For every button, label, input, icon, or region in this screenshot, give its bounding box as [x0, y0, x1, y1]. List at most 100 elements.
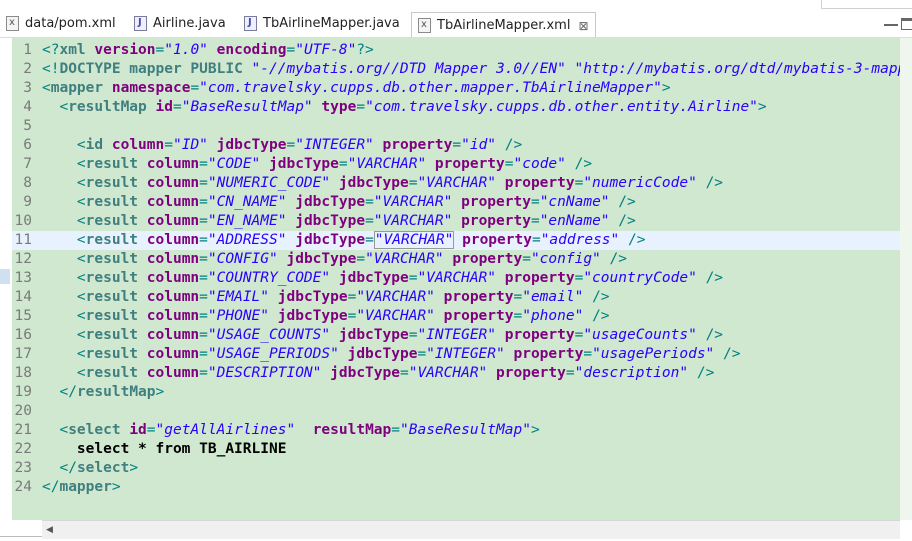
token-val: "INTEGER" — [426, 346, 505, 362]
token-attr: jdbcType — [277, 308, 348, 324]
code-line[interactable]: 1 <?xml version="1.0" encoding="UTF-8"?> — [12, 41, 912, 60]
token-tag: DOCTYPE mapper PUBLIC — [59, 61, 243, 77]
code-line[interactable]: 11 <result column="ADDRESS" jdbcType="VA… — [12, 231, 912, 250]
code-line[interactable]: 24 </mapper> — [12, 478, 912, 497]
token-attr: property — [462, 232, 532, 248]
xml-editor[interactable]: 1 <?xml version="1.0" encoding="UTF-8"?> 2… — [12, 38, 912, 520]
code-line[interactable]: 5 — [12, 117, 912, 136]
code-line[interactable]: 17 <result column="USAGE_PERIODS" jdbcTy… — [12, 345, 912, 364]
code-line[interactable]: 23 </select> — [12, 459, 912, 478]
code-line[interactable]: 22 select * from TB_AIRLINE — [12, 440, 912, 459]
code-text: <result column="COUNTRY_CODE" jdbcType="… — [42, 269, 723, 288]
token-val: "VARCHAR" — [408, 365, 488, 381]
code-line[interactable]: 20 — [12, 402, 912, 421]
code-line[interactable]: 18 <result column="DESCRIPTION" jdbcType… — [12, 364, 912, 383]
code-line[interactable]: 21 <select id="getAllAirlines" resultMap… — [12, 421, 912, 440]
token-punc: /> — [574, 156, 593, 172]
token-punc: = — [583, 346, 593, 362]
token-punc: = — [199, 175, 208, 191]
line-number: 1 — [23, 42, 32, 58]
xml-file-icon — [6, 15, 19, 31]
token-attr: column — [146, 270, 200, 286]
code-text: <result column="EN_NAME" jdbcType="VARCH… — [42, 212, 636, 231]
horizontal-scrollbar[interactable]: ◀ — [42, 520, 900, 539]
token-val: "com.travelsky.cupps.db.other.mapper.TbA… — [199, 80, 662, 96]
token-attr: column — [146, 194, 200, 210]
code-line[interactable]: 6 <id column="ID" jdbcType="INTEGER" pro… — [12, 136, 912, 155]
token-punc: /> — [592, 308, 610, 324]
token-tag: resultMap — [68, 99, 147, 115]
vertical-scrollbar[interactable] — [900, 38, 912, 520]
code-line[interactable]: 10 <result column="EN_NAME" jdbcType="VA… — [12, 212, 912, 231]
code-text: <?xml version="1.0" encoding="UTF-8"?> — [42, 41, 374, 60]
code-line[interactable]: 3 <mapper namespace="com.travelsky.cupps.… — [12, 79, 912, 98]
token-tag: xml — [59, 42, 86, 58]
code-line[interactable]: 15 <result column="PHONE" jdbcType="VARC… — [12, 307, 912, 326]
token-tag: id — [85, 137, 104, 153]
code-text: <result column="PHONE" jdbcType="VARCHAR… — [42, 307, 610, 326]
token-punc: </ — [42, 479, 60, 495]
token-punc: </ — [59, 384, 77, 400]
token-tag: result — [85, 194, 139, 210]
code-line[interactable]: 19 </resultMap> — [12, 383, 912, 402]
token-punc: < — [76, 156, 86, 172]
token-val: "USAGE_COUNTS" — [207, 327, 331, 343]
code-line[interactable]: 7 <result column="CODE" jdbcType="VARCHA… — [12, 155, 912, 174]
scroll-left-icon[interactable]: ◀ — [46, 525, 53, 535]
tab-pom-xml[interactable]: data/pom.xml — [6, 10, 116, 36]
token-punc: = — [199, 308, 208, 324]
line-number: 7 — [23, 156, 32, 172]
line-number: 19 — [14, 384, 32, 400]
token-val: "ADDRESS" — [207, 232, 287, 248]
token-val: "usagePeriods" — [592, 346, 715, 362]
tab-label: TbAirlineMapper.xml — [437, 18, 571, 33]
token-punc: = — [513, 289, 523, 305]
code-text: </mapper> — [42, 478, 121, 497]
code-line[interactable]: 16 <result column="USAGE_COUNTS" jdbcTyp… — [12, 326, 912, 345]
code-line[interactable]: 4 <resultMap id="BaseResultMap" type="co… — [12, 98, 912, 117]
token-punc: = — [513, 308, 523, 324]
token-punc: = — [199, 232, 208, 248]
token-attr: jdbcType — [338, 327, 409, 343]
tab-tbairlinemapper-java[interactable]: TbAirlineMapper.java — [244, 10, 400, 36]
tab-airline-java[interactable]: Airline.java — [134, 10, 226, 36]
token-attr: type — [321, 99, 357, 115]
token-tag: result — [85, 270, 139, 286]
token-punc: < — [76, 137, 86, 153]
token-punc: > — [661, 80, 671, 96]
token-punc: < — [76, 289, 86, 305]
token-attr: column — [146, 213, 200, 229]
token-val: "INTEGER" — [295, 137, 374, 153]
code-text: <result column="USAGE_COUNTS" jdbcType="… — [42, 326, 723, 345]
tab-tbairlinemapper-xml[interactable]: TbAirlineMapper.xml ⊠ — [411, 12, 596, 38]
code-line[interactable]: 2 <!DOCTYPE mapper PUBLIC "-//mybatis.org… — [12, 60, 912, 79]
code-text: <result column="DESCRIPTION" jdbcType="V… — [42, 364, 714, 383]
token-val: "CONFIG" — [207, 251, 278, 267]
token-val: "config" — [530, 251, 601, 267]
token-val: "CODE" — [207, 156, 261, 172]
token-punc: /> — [618, 213, 636, 229]
code-line[interactable]: 8 <result column="NUMERIC_CODE" jdbcType… — [12, 174, 912, 193]
code-line[interactable]: 14 <result column="EMAIL" jdbcType="VARC… — [12, 288, 912, 307]
close-icon[interactable]: ⊠ — [578, 19, 588, 33]
token-val: "getAllAirlines" — [155, 422, 296, 438]
minimize-icon[interactable] — [884, 18, 898, 26]
code-line[interactable]: 12 <result column="CONFIG" jdbcType="VAR… — [12, 250, 912, 269]
code-line[interactable]: 9 <result column="CN_NAME" jdbcType="VAR… — [12, 193, 912, 212]
token-val: "address" — [540, 232, 620, 248]
token-attr: property — [461, 194, 531, 210]
maximize-icon[interactable] — [901, 18, 912, 30]
code-line[interactable]: 13 <result column="COUNTRY_CODE" jdbcTyp… — [12, 269, 912, 288]
token-punc: < — [76, 327, 86, 343]
token-val: "VARCHAR" — [373, 231, 455, 249]
